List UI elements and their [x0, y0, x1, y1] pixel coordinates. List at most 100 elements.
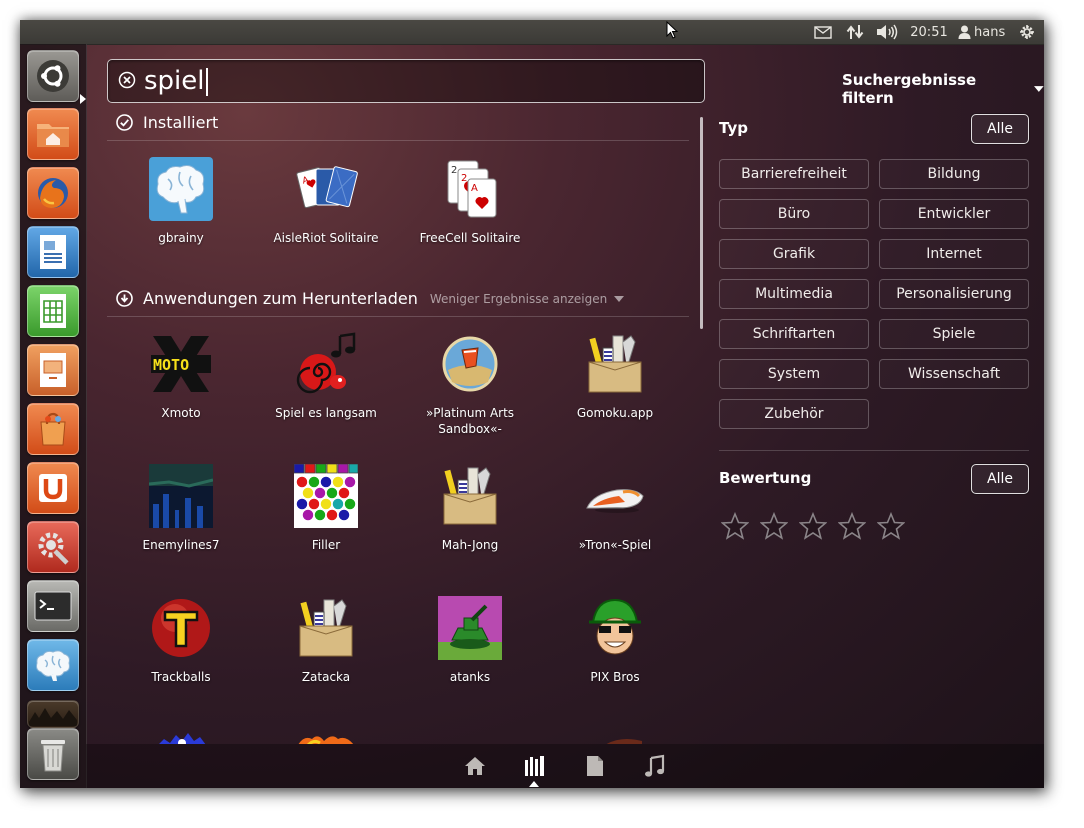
app-partial-2[interactable]: [296, 730, 356, 744]
app-label: »Platinum Arts Sandbox«-: [425, 406, 515, 436]
rating-star-1-icon[interactable]: [721, 512, 749, 540]
freecell-cards-icon: 22A: [438, 157, 502, 221]
libreoffice-impress-launcher[interactable]: [27, 344, 79, 396]
pix-bros-icon: [583, 596, 647, 660]
app-pix-bros[interactable]: PIX Bros: [550, 596, 680, 685]
app-tron-spiel[interactable]: »Tron«-Spiel: [550, 464, 680, 553]
app-freecell[interactable]: 22A FreeCell Solitaire: [405, 157, 535, 246]
app-gomoku[interactable]: Gomoku.app: [550, 332, 680, 421]
session-gear-icon[interactable]: [1016, 20, 1038, 44]
lens-bar: [86, 744, 1044, 788]
filter-internet[interactable]: Internet: [879, 239, 1029, 269]
libreoffice-calc-launcher[interactable]: [27, 285, 79, 337]
package-box-icon: [583, 332, 647, 396]
app-label: Gomoku.app: [576, 406, 654, 420]
installed-header-label: Installiert: [143, 113, 219, 132]
libreoffice-writer-launcher[interactable]: [27, 226, 79, 278]
app-label: atanks: [449, 670, 491, 684]
type-all-button[interactable]: Alle: [971, 114, 1029, 144]
clock-label[interactable]: 20:51: [908, 20, 950, 44]
rating-all-button[interactable]: Alle: [971, 464, 1029, 494]
network-icon[interactable]: [844, 20, 866, 44]
lens-active-indicator: [529, 781, 539, 787]
filter-wissenschaft[interactable]: Wissenschaft: [879, 359, 1029, 389]
filter-multimedia[interactable]: Multimedia: [719, 279, 869, 309]
filter-personalisierung[interactable]: Personalisierung: [879, 279, 1029, 309]
writer-icon: [40, 235, 66, 269]
app-atanks[interactable]: atanks: [405, 596, 535, 685]
workspace-switcher-launcher[interactable]: [27, 700, 79, 728]
rating-star-3-icon[interactable]: [799, 512, 827, 540]
home-folder-launcher[interactable]: [27, 108, 79, 160]
trash-icon: [41, 740, 65, 772]
tron-bike-icon: [583, 464, 647, 528]
rating-star-5-icon[interactable]: [877, 512, 905, 540]
volume-icon[interactable]: [874, 20, 900, 44]
applications-lens-icon[interactable]: [523, 754, 547, 778]
filter-results-toggle[interactable]: Suchergebnisse filtern: [842, 71, 1044, 107]
filter-zubehoer[interactable]: Zubehör: [719, 399, 869, 429]
app-filler[interactable]: Filler: [261, 463, 391, 553]
software-center-icon: [40, 412, 66, 446]
partial-app-icon: [159, 733, 206, 744]
partial-app-icon: [606, 739, 642, 744]
system-settings-launcher[interactable]: [27, 521, 79, 573]
less-results-button[interactable]: Weniger Ergebnisse anzeigen: [430, 292, 625, 306]
search-query-text: spiel: [144, 66, 205, 96]
search-input[interactable]: spiel: [107, 59, 705, 103]
filter-grafik[interactable]: Grafik: [719, 239, 869, 269]
trash-launcher[interactable]: [27, 728, 79, 780]
filter-entwickler[interactable]: Entwickler: [879, 199, 1029, 229]
filter-spiele[interactable]: Spiele: [879, 319, 1029, 349]
app-gbrainy[interactable]: gbrainy: [116, 157, 246, 246]
terminal-launcher[interactable]: [27, 580, 79, 632]
app-platinum-arts[interactable]: »Platinum Arts Sandbox«-: [405, 332, 535, 437]
ubuntu-one-icon: [39, 474, 67, 502]
filter-system[interactable]: System: [719, 359, 869, 389]
clear-search-icon[interactable]: [118, 71, 136, 89]
dash-home-button[interactable]: [27, 50, 79, 102]
app-partial-3[interactable]: [598, 732, 646, 744]
app-enemylines7[interactable]: Enemylines7: [116, 464, 246, 553]
text-caret: [205, 67, 208, 96]
gbrainy-icon: [149, 157, 213, 221]
gbrainy-launcher[interactable]: [27, 639, 79, 691]
app-label: Trackballs: [151, 670, 211, 684]
app-zatacka[interactable]: Zatacka: [261, 596, 391, 685]
firefox-launcher[interactable]: [27, 167, 79, 219]
chevron-down-icon: [1034, 86, 1044, 92]
mouse-pointer-icon: [666, 20, 679, 43]
rating-star-2-icon[interactable]: [760, 512, 788, 540]
home-lens-icon[interactable]: [463, 754, 487, 778]
workspaces-icon: [29, 708, 77, 726]
rating-star-4-icon[interactable]: [838, 512, 866, 540]
filter-schriftarten[interactable]: Schriftarten: [719, 319, 869, 349]
app-aisleriot[interactable]: A AisleRiot Solitaire: [261, 157, 391, 246]
music-lens-icon[interactable]: [643, 754, 667, 778]
filter-bildung[interactable]: Bildung: [879, 159, 1029, 189]
app-trackballs[interactable]: Trackballs: [116, 596, 246, 685]
app-xmoto[interactable]: MOTO Xmoto: [116, 332, 246, 421]
mail-icon[interactable]: [812, 20, 834, 44]
results-scrollbar[interactable]: [700, 117, 703, 329]
ubuntu-one-launcher[interactable]: [27, 462, 79, 514]
app-spiel-es-langsam[interactable]: Spiel es langsam: [261, 332, 391, 421]
check-circle-icon: [116, 114, 133, 131]
terminal-icon: [34, 591, 72, 621]
svg-text:2: 2: [451, 165, 457, 176]
filter-results-label: Suchergebnisse filtern: [842, 71, 977, 107]
files-lens-icon[interactable]: [583, 754, 607, 778]
app-partial-1[interactable]: [154, 730, 210, 744]
filter-buero[interactable]: Büro: [719, 199, 869, 229]
download-header[interactable]: Anwendungen zum Herunterladen Weniger Er…: [116, 289, 625, 308]
ubuntu-logo-icon: [37, 60, 69, 92]
app-label: PIX Bros: [590, 670, 640, 684]
user-name-label[interactable]: hans: [974, 20, 1010, 44]
trackballs-icon: [149, 596, 213, 660]
software-center-launcher[interactable]: [27, 403, 79, 455]
installed-header[interactable]: Installiert: [116, 113, 218, 132]
snail-music-icon: [294, 332, 358, 396]
type-filter-title: Typ: [719, 119, 748, 137]
app-mah-jong[interactable]: Mah-Jong: [405, 464, 535, 553]
filter-barrierefreiheit[interactable]: Barrierefreiheit: [719, 159, 869, 189]
